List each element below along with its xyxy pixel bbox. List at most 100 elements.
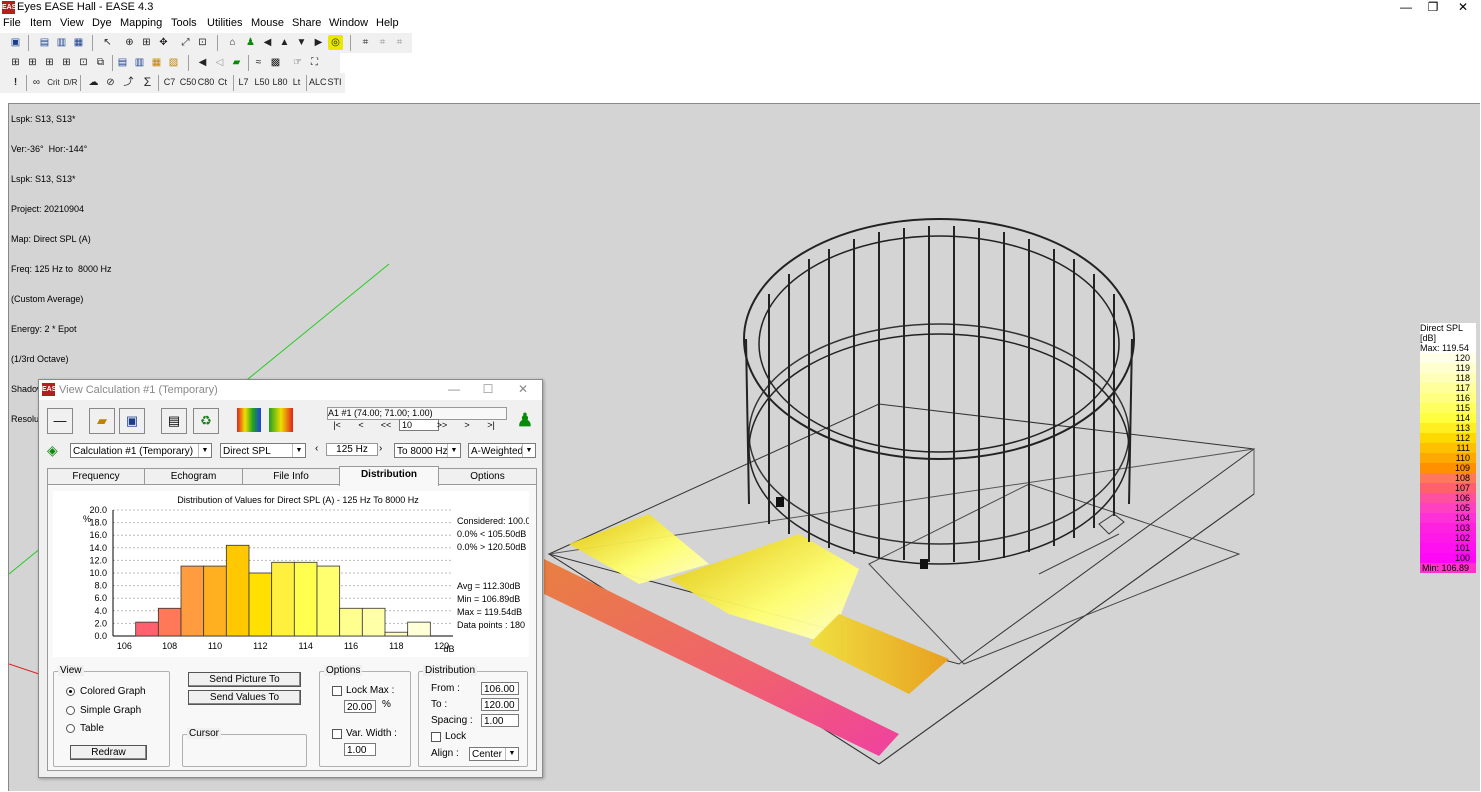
lock-max-field[interactable]: 20.00 (344, 700, 376, 713)
var-width-field[interactable]: 1.00 (344, 743, 376, 756)
menu-mapping[interactable]: Mapping (120, 17, 162, 29)
menu-file[interactable]: File (3, 17, 21, 29)
tab-file-info[interactable]: File Info (242, 468, 340, 485)
dialog-minimize-button[interactable]: — (439, 382, 469, 398)
to-field[interactable]: 120.00 (481, 698, 519, 711)
tab-distribution[interactable]: Distribution (339, 466, 439, 486)
target-icon[interactable]: ◎ (328, 35, 343, 50)
no-icon[interactable]: ⊘ (103, 75, 118, 90)
freq-next-button[interactable]: › (379, 443, 382, 454)
menu-view[interactable]: View (60, 17, 84, 29)
recycle-icon[interactable]: ♻ (193, 408, 219, 434)
crit-icon[interactable]: Crit (46, 75, 61, 90)
freq-prev-button[interactable]: ‹ (315, 443, 318, 454)
menu-mouse[interactable]: Mouse (251, 17, 284, 29)
arrow-down-icon[interactable]: ▼ (294, 35, 309, 50)
c7-button[interactable]: C7 (162, 75, 177, 90)
tab-echogram[interactable]: Echogram (144, 468, 243, 485)
pan-icon[interactable]: ✥ (156, 35, 171, 50)
cloud-icon[interactable]: ☁ (86, 75, 101, 90)
redraw-button[interactable]: Redraw (70, 745, 147, 760)
arrow-right-icon[interactable]: ▶ (311, 35, 326, 50)
dialog-close-button[interactable]: ✕ (508, 382, 538, 398)
view-iso-icon[interactable]: ⊞ (59, 55, 74, 70)
faces-icon[interactable]: ▥ (132, 55, 147, 70)
tab-options[interactable]: Options (438, 468, 537, 485)
sti-button[interactable]: STI (326, 75, 343, 90)
menu-dye[interactable]: Dye (92, 17, 112, 29)
nav-next-button[interactable]: > (457, 420, 477, 430)
shaded-icon[interactable]: ⌗ (392, 35, 407, 50)
weighting-select[interactable]: A-Weighted ▼ (468, 443, 536, 458)
dye-icon[interactable]: ▧ (166, 55, 181, 70)
view-front-icon[interactable]: ⊞ (25, 55, 40, 70)
zoom-window-icon[interactable]: ⊞ (139, 35, 154, 50)
align-select[interactable]: Center ▼ (469, 747, 519, 761)
speaker-off-icon[interactable]: ◁ (212, 55, 227, 70)
fit-icon[interactable]: ⊡ (195, 35, 210, 50)
l7-button[interactable]: L7 (236, 75, 251, 90)
view-side-icon[interactable]: ⊞ (42, 55, 57, 70)
send-values-button[interactable]: Send Values To (188, 690, 301, 705)
menu-utilities[interactable]: Utilities (207, 17, 242, 29)
menu-item[interactable]: Item (30, 17, 51, 29)
open-project-icon[interactable]: ▣ (8, 35, 23, 50)
l80-button[interactable]: L80 (271, 75, 289, 90)
wireframe-icon[interactable]: ⌗ (358, 35, 373, 50)
ct-button[interactable]: Ct (215, 75, 230, 90)
nav-first-button[interactable]: |< (327, 420, 347, 430)
link-icon[interactable]: ∞ (29, 75, 44, 90)
dr-icon[interactable]: D/R (63, 75, 78, 90)
c50-button[interactable]: C50 (179, 75, 197, 90)
from-field[interactable]: 106.00 (481, 682, 519, 695)
materials-icon[interactable]: ▦ (149, 55, 164, 70)
simple-graph-radio[interactable] (66, 706, 75, 715)
export-icon[interactable]: ▦ (71, 35, 86, 50)
sum-icon[interactable]: Σ (140, 75, 155, 90)
send-picture-button[interactable]: Send Picture To (188, 672, 301, 687)
c80-button[interactable]: C80 (197, 75, 215, 90)
nav-prev-button[interactable]: < (351, 420, 371, 430)
tab-frequency[interactable]: Frequency (47, 468, 145, 485)
freq-to-select[interactable]: To 8000 Hz ▼ (394, 443, 461, 458)
alc-button[interactable]: ALC (309, 75, 327, 90)
nav-fast-back-button[interactable]: << (375, 420, 397, 430)
calculation-select[interactable]: Calculation #1 (Temporary) ▼ (70, 443, 212, 458)
spacing-field[interactable]: 1.00 (481, 714, 519, 727)
walker-icon[interactable]: ♟ (513, 408, 537, 432)
curve-icon[interactable]: ⤴ (121, 75, 136, 90)
ray-icon[interactable]: ≈ (251, 55, 266, 70)
open-folder-icon[interactable]: ▰ (89, 408, 115, 434)
save-icon[interactable]: ▣ (119, 408, 145, 434)
menu-window[interactable]: Window (329, 17, 368, 29)
minimize-panel-button[interactable]: — (47, 408, 73, 434)
menu-share[interactable]: Share (292, 17, 321, 29)
view-top-icon[interactable]: ⊞ (8, 55, 23, 70)
menu-tools[interactable]: Tools (171, 17, 197, 29)
layers-icon[interactable]: ▤ (115, 55, 130, 70)
map-type-select[interactable]: Direct SPL ▼ (220, 443, 306, 458)
map-compare-icon[interactable] (269, 408, 293, 432)
table-radio[interactable] (66, 724, 75, 733)
preview-icon[interactable]: ▥ (54, 35, 69, 50)
freq-from-field[interactable]: 125 Hz (326, 443, 378, 456)
warning-icon[interactable]: ! (8, 75, 23, 90)
walker-icon[interactable]: ♟ (243, 35, 258, 50)
colored-graph-radio[interactable] (66, 687, 75, 696)
var-width-checkbox[interactable] (332, 729, 342, 739)
check-icon[interactable]: ⛶ (307, 55, 322, 70)
speaker-icon[interactable]: ◀ (195, 55, 210, 70)
nav-fast-forward-button[interactable]: >> (431, 420, 453, 430)
map-colors-icon[interactable] (237, 408, 261, 432)
nav-last-button[interactable]: >| (481, 420, 501, 430)
arrow-left-icon[interactable]: ◀ (260, 35, 275, 50)
l50-button[interactable]: L50 (253, 75, 271, 90)
zoom-extents-icon[interactable]: ⤢ (178, 35, 193, 50)
probe-icon[interactable]: ☞ (290, 55, 305, 70)
view-copy-icon[interactable]: ⧉ (93, 55, 108, 70)
menu-help[interactable]: Help (376, 17, 399, 29)
lt-button[interactable]: Lt (289, 75, 304, 90)
print-icon[interactable]: ▤ (37, 35, 52, 50)
lock-checkbox[interactable] (431, 732, 441, 742)
mapping-grid-icon[interactable]: ▩ (268, 55, 283, 70)
